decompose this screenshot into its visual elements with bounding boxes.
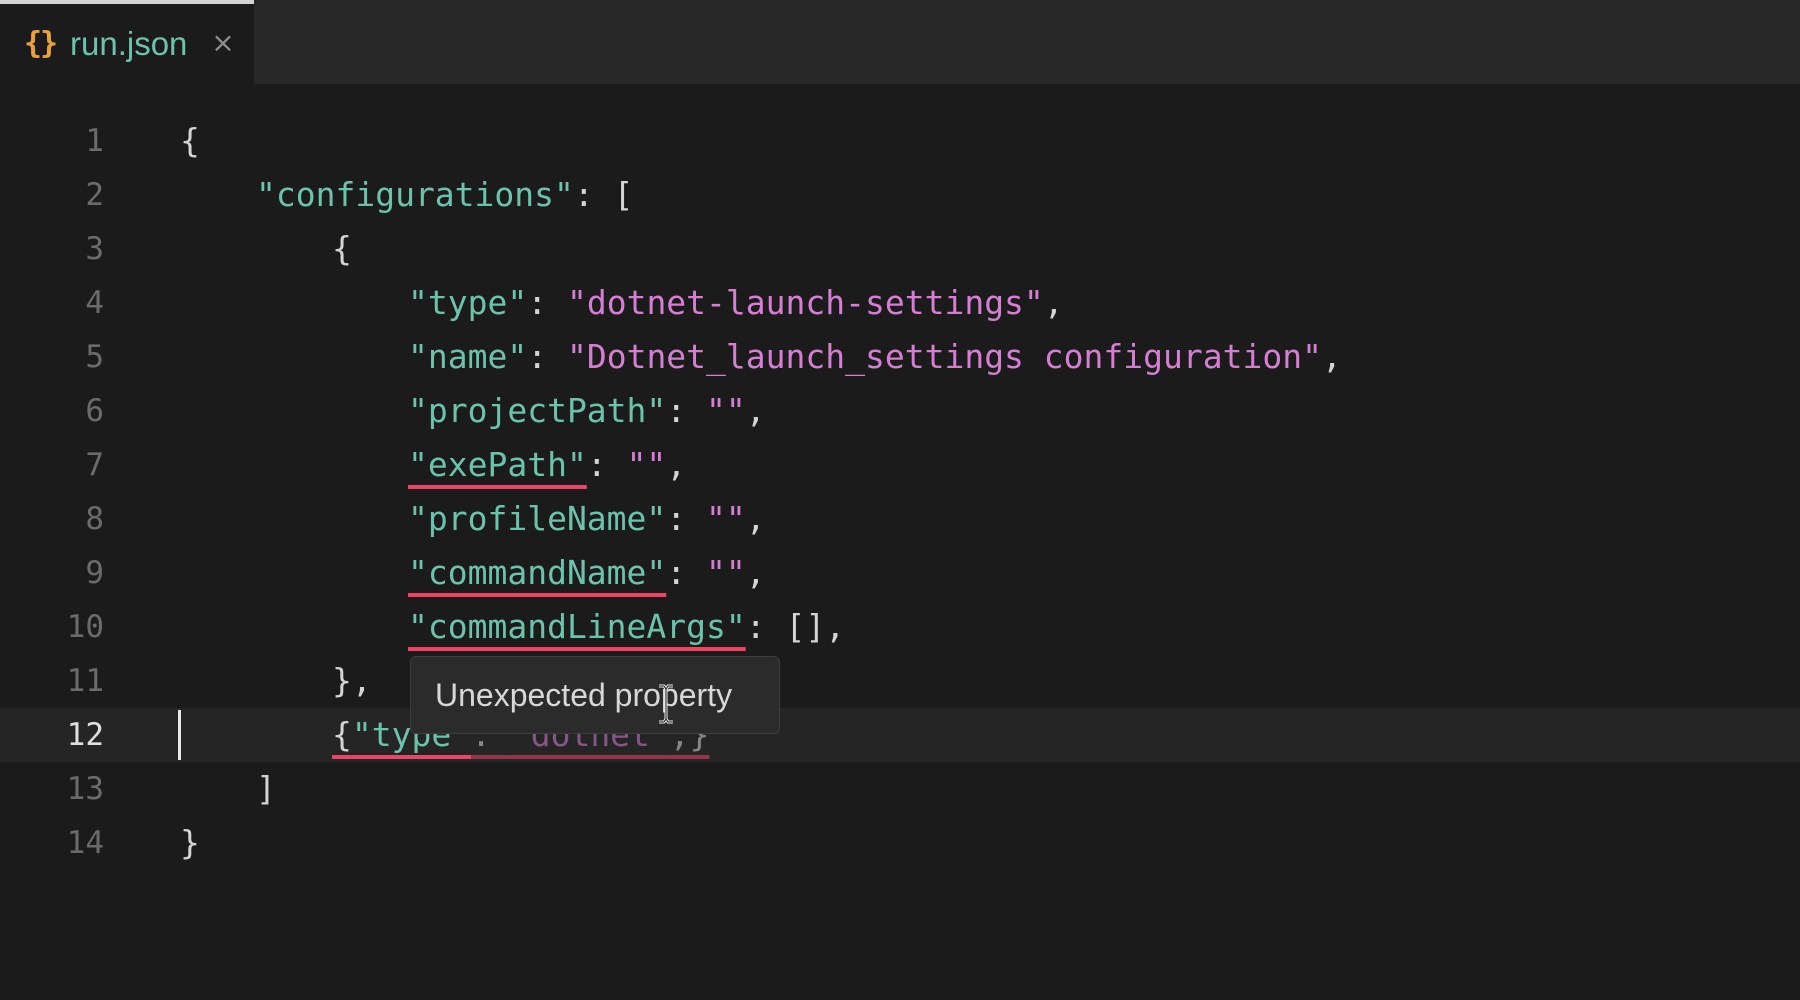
line-code: "name": "Dotnet_launch_settings configur… [408, 330, 1342, 384]
code-token: "" [626, 445, 667, 484]
line-code: { [180, 114, 200, 168]
code-token: "dotnet-launch-settings" [566, 283, 1044, 322]
line-number: 13 [66, 771, 104, 807]
tooltip-text: Unexpected property [435, 677, 733, 713]
code-editor[interactable]: 1{2 "configurations": [3{4 "type": "dotnet… [0, 84, 1800, 1000]
line-number: 9 [85, 555, 104, 591]
line-code: "projectPath": "", [408, 384, 766, 438]
code-line: 3{ [0, 222, 1800, 276]
code-token: "name" [408, 337, 528, 376]
line-number: 8 [85, 501, 104, 537]
code-token: "type" [408, 283, 528, 322]
close-icon[interactable]: × [206, 26, 240, 60]
code-token: : [666, 499, 707, 538]
code-token: , [745, 499, 766, 538]
code-line: 14} [0, 816, 1800, 870]
line-number: 3 [85, 231, 104, 267]
code-token: } [180, 823, 200, 862]
code-token: "projectPath" [408, 391, 667, 430]
json-braces-icon: {} [24, 26, 58, 61]
code-token: }, [332, 661, 372, 700]
code-line: 2 "configurations": [ [0, 168, 1800, 222]
code-token: , [745, 391, 766, 430]
code-line: 13] [0, 762, 1800, 816]
code-line: 1{ [0, 114, 1800, 168]
line-code: ] [256, 762, 276, 816]
code-token: { [180, 121, 200, 160]
code-line: 11}, [0, 654, 1800, 708]
code-token: : [527, 337, 567, 376]
error-token: "commandLineArgs" [408, 607, 746, 646]
code-token: "" [706, 553, 746, 592]
line-number: 7 [85, 447, 104, 483]
code-line: 7 "exePath": "", [0, 438, 1800, 492]
line-number: 6 [85, 393, 104, 429]
code-token: : [666, 553, 707, 592]
code-token: , [1321, 337, 1342, 376]
line-code: "configurations": [ [256, 168, 634, 222]
code-token: : [ [573, 175, 634, 214]
line-code: "commandName": "", [408, 546, 766, 600]
code-line: 6 "projectPath": "", [0, 384, 1800, 438]
line-number: 2 [85, 177, 104, 213]
line-number: 14 [66, 825, 104, 861]
code-token: "configurations" [256, 175, 574, 214]
line-number: 11 [66, 663, 104, 699]
line-code: }, [332, 654, 372, 708]
line-code: "commandLineArgs": [], [408, 600, 845, 654]
line-code: { [332, 222, 352, 276]
line-code: "type": "dotnet-launch-settings", [408, 276, 1064, 330]
code-token: "profileName" [408, 499, 667, 538]
code-line: 10 "commandLineArgs": [], [0, 600, 1800, 654]
tab-bar: {} run.json × [0, 0, 1800, 84]
code-line: 8 "profileName": "", [0, 492, 1800, 546]
code-line: 9 "commandName": "", [0, 546, 1800, 600]
error-token: "commandName" [408, 553, 667, 592]
line-number: 4 [85, 285, 104, 321]
code-token: ] [256, 769, 276, 808]
code-token: : [], [745, 607, 846, 646]
line-number: 12 [66, 717, 104, 753]
code-token: , [1043, 283, 1064, 322]
code-token: { [332, 229, 352, 268]
tab-label: run.json [70, 25, 188, 62]
mouse-ibeam-icon [659, 684, 673, 724]
line-number: 1 [85, 123, 104, 159]
code-token: "" [706, 391, 746, 430]
text-caret [178, 710, 181, 760]
code-token: , [666, 445, 687, 484]
code-token: "" [706, 499, 746, 538]
tab-run-json[interactable]: {} run.json × [0, 0, 254, 84]
code-line: 4 "type": "dotnet-launch-settings", [0, 276, 1800, 330]
code-token: : [527, 283, 567, 322]
line-code: } [180, 816, 200, 870]
code-token: : [586, 445, 627, 484]
code-token: , [745, 553, 766, 592]
code-line: 12 {"type": "dotnet",} [0, 708, 1800, 762]
line-code: "exePath": "", [408, 438, 686, 492]
line-number: 10 [66, 609, 104, 645]
line-number: 5 [85, 339, 104, 375]
code-line: 5 "name": "Dotnet_launch_settings configu… [0, 330, 1800, 384]
code-token: "Dotnet_launch_settings configuration" [566, 337, 1322, 376]
error-token: { [332, 715, 352, 754]
line-code: "profileName": "", [408, 492, 766, 546]
code-token: : [666, 391, 707, 430]
error-token: "exePath" [408, 445, 587, 484]
diagnostic-tooltip: Unexpected property [410, 656, 780, 734]
